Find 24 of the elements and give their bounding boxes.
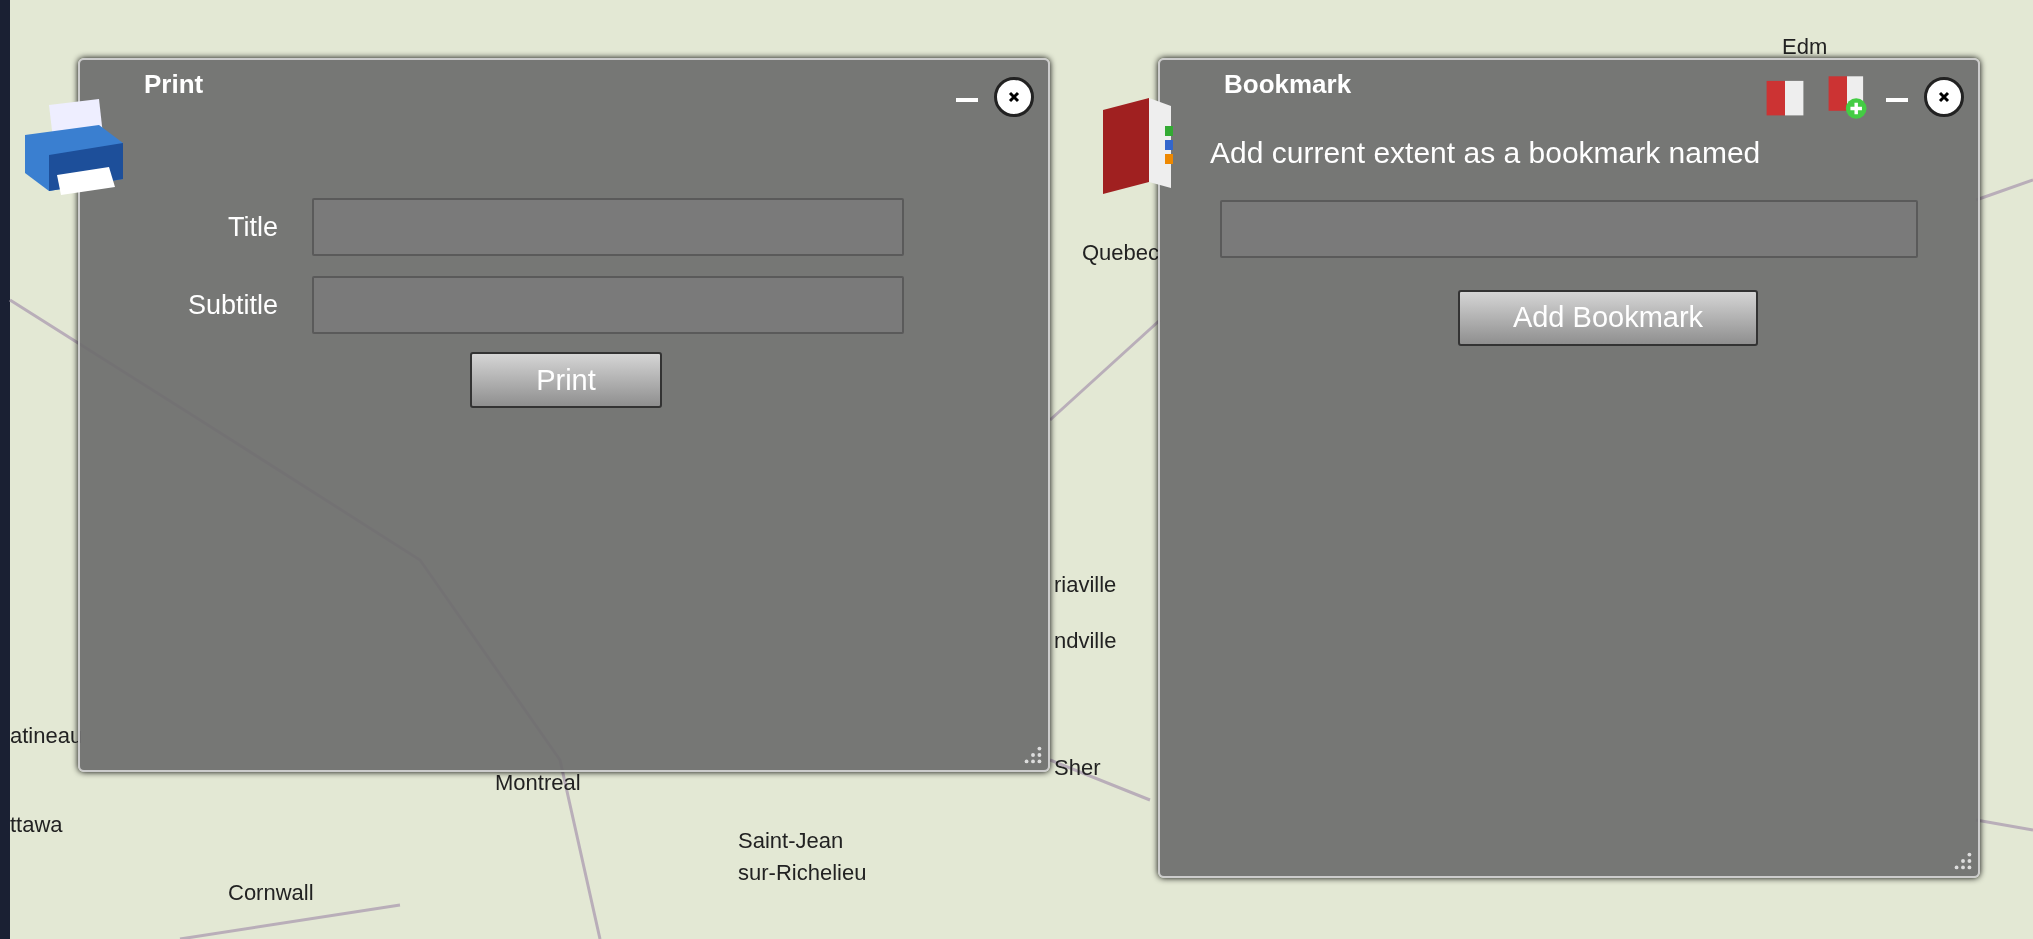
map-label: Edm [1782, 34, 1828, 60]
resize-grip-icon[interactable] [1954, 852, 1972, 870]
panel-title: Print [144, 68, 205, 100]
map-label: ndville [1054, 628, 1117, 654]
input-field[interactable] [312, 276, 904, 334]
map-label: Sher [1054, 755, 1101, 781]
add-bookmark-button[interactable]: Add Bookmark [1458, 289, 1758, 346]
close-button[interactable] [1924, 77, 1964, 117]
map-label: ttawa [10, 812, 63, 838]
field-label: Subtitle [186, 289, 278, 321]
close-button[interactable] [994, 77, 1034, 117]
resize-grip-icon[interactable] [1024, 746, 1042, 764]
map-label: Quebec [1082, 240, 1160, 266]
bookmark-name-field[interactable] [1220, 199, 1918, 258]
map-label: Saint-Jean [738, 828, 844, 854]
bookmark-prompt: Add current extent as a bookmark named [1210, 135, 1762, 171]
map-label: Montreal [495, 770, 581, 796]
map-label: sur-Richelieu [738, 860, 867, 886]
print-button[interactable]: Print [470, 352, 662, 408]
map-label: Cornwall [228, 880, 314, 906]
input-field[interactable] [312, 198, 904, 256]
field-label: Title [227, 211, 278, 243]
panel-title: Bookmark [1224, 68, 1353, 100]
map-label: riaville [1054, 572, 1117, 598]
